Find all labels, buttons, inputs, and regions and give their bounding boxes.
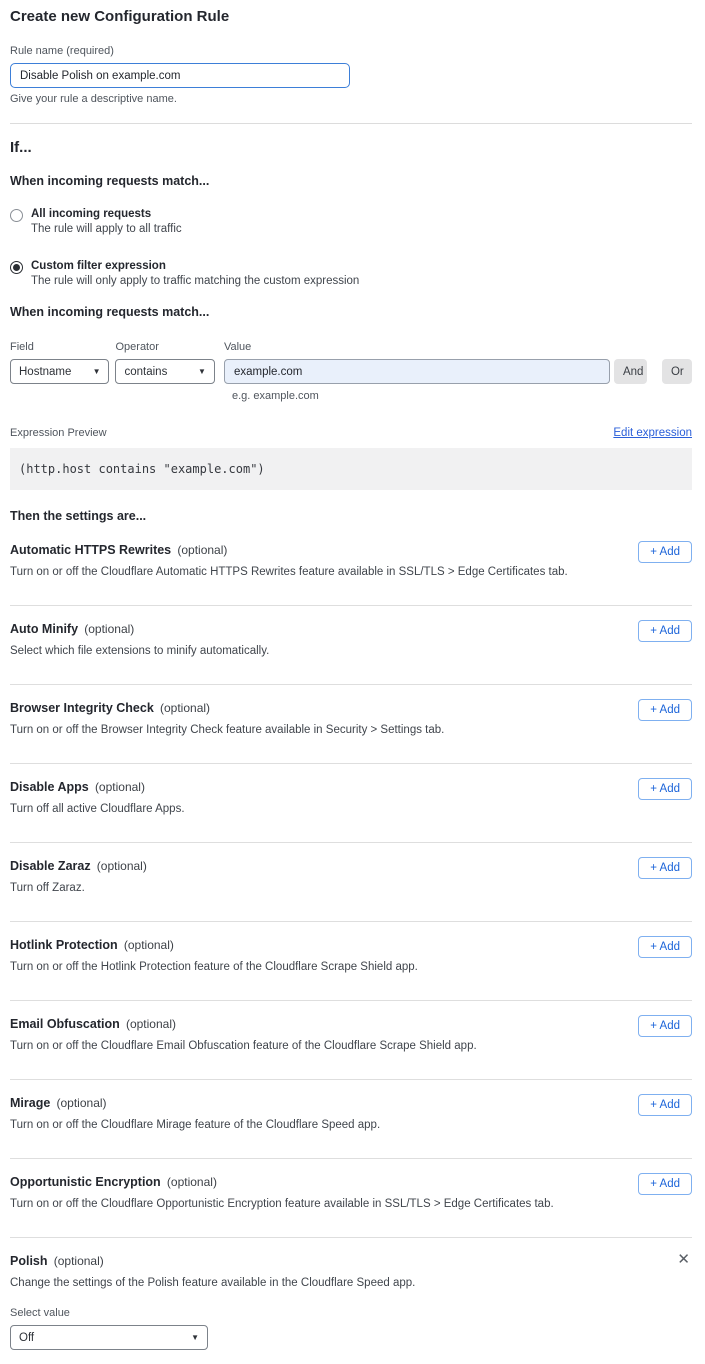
setting-optional-label: (optional) <box>97 859 147 873</box>
operator-select-value: contains <box>124 366 167 378</box>
value-label: Value <box>224 341 610 353</box>
rule-name-input[interactable] <box>10 63 350 88</box>
close-icon[interactable]: ✕ <box>677 1252 690 1267</box>
setting-row-email-obfuscation: Email Obfuscation (optional) Turn on or … <box>10 1001 692 1080</box>
radio-all-incoming-requests[interactable]: All incoming requests The rule will appl… <box>10 208 692 235</box>
setting-description: Turn on or off the Cloudflare Mirage fea… <box>10 1119 570 1131</box>
and-button[interactable]: And <box>614 359 647 384</box>
radio-label: Custom filter expression <box>31 260 359 272</box>
setting-title: Mirage <box>10 1096 50 1110</box>
operator-select[interactable]: contains ▼ <box>115 359 214 384</box>
add-button[interactable]: + Add <box>638 1015 692 1037</box>
chevron-down-icon: ▼ <box>191 1334 199 1342</box>
section-divider <box>10 123 692 124</box>
setting-optional-label: (optional) <box>95 780 145 794</box>
setting-description: Turn on or off the Browser Integrity Che… <box>10 724 570 736</box>
value-input[interactable] <box>224 359 610 384</box>
setting-title: Disable Apps <box>10 780 89 794</box>
add-button[interactable]: + Add <box>638 620 692 642</box>
add-button[interactable]: + Add <box>638 778 692 800</box>
radio-icon[interactable] <box>10 209 23 222</box>
setting-title: Hotlink Protection <box>10 938 118 952</box>
setting-title: Automatic HTTPS Rewrites <box>10 543 171 557</box>
setting-row-browser-integrity-check: Browser Integrity Check (optional) Turn … <box>10 685 692 764</box>
setting-optional-label: (optional) <box>177 543 227 557</box>
setting-title: Polish <box>10 1254 48 1268</box>
then-heading: Then the settings are... <box>10 509 692 523</box>
setting-title: Email Obfuscation <box>10 1017 120 1031</box>
chevron-down-icon: ▼ <box>93 368 101 376</box>
setting-description: Change the settings of the Polish featur… <box>10 1277 570 1289</box>
edit-expression-link[interactable]: Edit expression <box>613 427 692 439</box>
setting-optional-label: (optional) <box>126 1017 176 1031</box>
setting-row-auto-minify: Auto Minify (optional) Select which file… <box>10 606 692 685</box>
polish-value-select[interactable]: Off ▼ <box>10 1325 208 1350</box>
setting-description: Turn off Zaraz. <box>10 882 570 894</box>
match-heading: When incoming requests match... <box>10 174 692 188</box>
radio-custom-filter-expression[interactable]: Custom filter expression The rule will o… <box>10 260 692 287</box>
add-button[interactable]: + Add <box>638 699 692 721</box>
setting-title: Browser Integrity Check <box>10 701 154 715</box>
field-label: Field <box>10 341 109 353</box>
value-helper: e.g. example.com <box>232 390 692 402</box>
setting-description: Turn on or off the Cloudflare Email Obfu… <box>10 1040 570 1052</box>
radio-description: The rule will only apply to traffic matc… <box>31 275 359 287</box>
chevron-down-icon: ▼ <box>198 368 206 376</box>
field-select[interactable]: Hostname ▼ <box>10 359 109 384</box>
builder-heading: When incoming requests match... <box>10 305 692 319</box>
radio-icon[interactable] <box>10 261 23 274</box>
expression-builder: Field Hostname ▼ Operator contains ▼ Val… <box>10 341 692 402</box>
expression-preview-code: (http.host contains "example.com") <box>10 448 692 490</box>
settings-list: Automatic HTTPS Rewrites (optional) Turn… <box>10 527 692 1350</box>
radio-label: All incoming requests <box>31 208 182 220</box>
add-button[interactable]: + Add <box>638 1094 692 1116</box>
setting-row-automatic-https-rewrites: Automatic HTTPS Rewrites (optional) Turn… <box>10 527 692 606</box>
setting-row-disable-zaraz: Disable Zaraz (optional) Turn off Zaraz.… <box>10 843 692 922</box>
rule-name-label: Rule name (required) <box>10 45 692 57</box>
setting-optional-label: (optional) <box>160 701 210 715</box>
polish-select-value: Off <box>19 1332 34 1344</box>
add-button[interactable]: + Add <box>638 1173 692 1195</box>
setting-title: Auto Minify <box>10 622 78 636</box>
setting-row-polish: Polish (optional) Change the settings of… <box>10 1238 692 1350</box>
setting-optional-label: (optional) <box>167 1175 217 1189</box>
setting-optional-label: (optional) <box>54 1254 104 1268</box>
setting-description: Select which file extensions to minify a… <box>10 645 570 657</box>
or-button[interactable]: Or <box>662 359 692 384</box>
setting-row-opportunistic-encryption: Opportunistic Encryption (optional) Turn… <box>10 1159 692 1238</box>
setting-title: Opportunistic Encryption <box>10 1175 161 1189</box>
setting-description: Turn off all active Cloudflare Apps. <box>10 803 570 815</box>
radio-description: The rule will apply to all traffic <box>31 223 182 235</box>
setting-row-hotlink-protection: Hotlink Protection (optional) Turn on or… <box>10 922 692 1001</box>
create-configuration-rule-page: Create new Configuration Rule Rule name … <box>0 0 705 1364</box>
setting-optional-label: (optional) <box>84 622 134 636</box>
setting-title: Disable Zaraz <box>10 859 91 873</box>
setting-description: Turn on or off the Cloudflare Opportunis… <box>10 1198 570 1210</box>
add-button[interactable]: + Add <box>638 857 692 879</box>
select-value-label: Select value <box>10 1307 692 1319</box>
expression-preview-label: Expression Preview <box>10 427 107 439</box>
setting-optional-label: (optional) <box>124 938 174 952</box>
field-select-value: Hostname <box>19 366 71 378</box>
add-button[interactable]: + Add <box>638 541 692 563</box>
request-match-radio-group: All incoming requests The rule will appl… <box>10 208 692 287</box>
operator-label: Operator <box>115 341 214 353</box>
setting-row-mirage: Mirage (optional) Turn on or off the Clo… <box>10 1080 692 1159</box>
rule-name-helper: Give your rule a descriptive name. <box>10 93 692 105</box>
setting-row-disable-apps: Disable Apps (optional) Turn off all act… <box>10 764 692 843</box>
page-title: Create new Configuration Rule <box>10 8 692 25</box>
setting-description: Turn on or off the Hotlink Protection fe… <box>10 961 570 973</box>
setting-description: Turn on or off the Cloudflare Automatic … <box>10 566 570 578</box>
if-heading: If... <box>10 139 692 156</box>
add-button[interactable]: + Add <box>638 936 692 958</box>
setting-optional-label: (optional) <box>57 1096 107 1110</box>
